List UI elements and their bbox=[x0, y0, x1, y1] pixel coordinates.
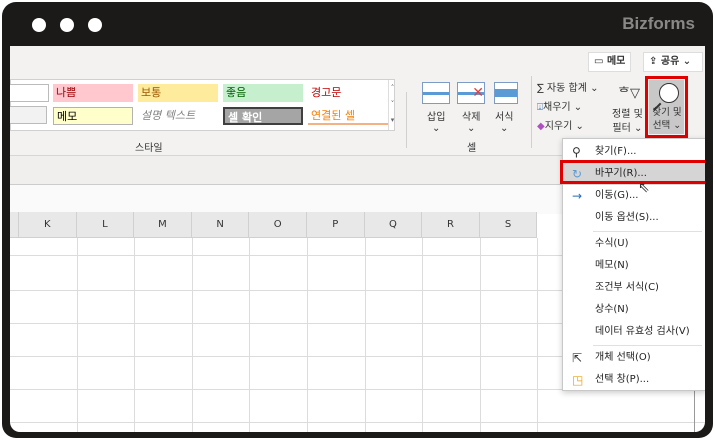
share-label: 공유 bbox=[660, 56, 680, 67]
column-header-S[interactable]: S bbox=[479, 212, 538, 238]
divider bbox=[406, 92, 407, 148]
menu-label: 조건부 서식(C) bbox=[595, 282, 659, 293]
sort-filter-label: 정렬 및 bbox=[612, 109, 643, 120]
column-header-L[interactable]: L bbox=[76, 212, 135, 238]
menu-label: 개체 선택(O) bbox=[595, 352, 651, 363]
selection-pane-icon: ◳ bbox=[572, 373, 584, 387]
grid-line bbox=[422, 238, 424, 432]
brand-logo: Bizforms bbox=[622, 14, 695, 33]
autosum-label: 자동 합계 bbox=[546, 83, 587, 94]
style-bad[interactable]: 나쁨 bbox=[53, 84, 133, 102]
style-explanatory[interactable]: 설명 텍스트 bbox=[138, 107, 218, 125]
memo-label: 메모 bbox=[606, 56, 626, 67]
window-dot-maximize[interactable] bbox=[88, 18, 102, 32]
clear-label: 지우기 bbox=[544, 121, 573, 132]
grid-line bbox=[249, 238, 251, 432]
insert-icon bbox=[422, 82, 450, 104]
gallery-scroll[interactable]: ˄ ˅ ▾ bbox=[388, 80, 396, 130]
insert-button[interactable]: 삽입 ⌄ bbox=[427, 108, 445, 134]
delete-label: 삭제 bbox=[462, 112, 481, 123]
menu-label: 선택 창(P)... bbox=[595, 374, 650, 385]
menu-item-constants[interactable]: 상수(N) bbox=[563, 299, 705, 321]
fill-label: 채우기 bbox=[543, 102, 571, 113]
style-good[interactable]: 좋음 bbox=[223, 84, 303, 102]
style-cell-partial[interactable] bbox=[10, 106, 47, 124]
menu-item-notes[interactable]: 메모(N) bbox=[563, 255, 705, 277]
grid-line bbox=[134, 238, 136, 432]
sort-filter-button[interactable]: 정렬 및 필터 ⌄ bbox=[612, 108, 643, 136]
style-check-cell[interactable]: 셀 확인 bbox=[223, 107, 303, 125]
window-dot-close[interactable] bbox=[32, 18, 46, 32]
grid-line bbox=[191, 238, 193, 432]
format-button[interactable]: 서식 ⌄ bbox=[495, 108, 513, 134]
menu-label: 메모(N) bbox=[595, 260, 629, 271]
menu-item-formulas[interactable]: 수식(U) bbox=[563, 233, 705, 255]
format-label: 서식 bbox=[495, 112, 514, 123]
menu-separator bbox=[593, 231, 702, 232]
fill-button[interactable]: ⍗채우기 ⌄ bbox=[537, 98, 582, 113]
menu-item-data-validation[interactable]: 데이터 유효성 검사(V) bbox=[563, 321, 705, 343]
column-header-N[interactable]: N bbox=[191, 212, 250, 238]
highlight-find-select bbox=[645, 76, 688, 138]
grid-line bbox=[10, 422, 705, 423]
clear-button[interactable]: ◆지우기 ⌄ bbox=[537, 117, 584, 132]
column-header-R[interactable]: R bbox=[422, 212, 480, 238]
styles-group-label: 스타일 bbox=[135, 143, 163, 154]
delete-icon: ✕ bbox=[457, 82, 485, 104]
menu-item-conditional-formatting[interactable]: 조건부 서식(C) bbox=[563, 277, 705, 299]
excel-window: ▭ 메모 ⇪ 공유 ⌄ 나쁨 보통 좋음 경고문 메모 설명 텍스트 셀 확인 … bbox=[10, 46, 705, 432]
style-cell-partial[interactable] bbox=[10, 84, 49, 102]
title-bar: Bizforms bbox=[2, 2, 713, 46]
highlight-replace bbox=[560, 160, 705, 184]
menu-item-goto-special[interactable]: 이동 옵션(S)... bbox=[563, 207, 705, 229]
delete-button[interactable]: 삭제 ⌄ bbox=[462, 108, 480, 134]
format-icon bbox=[494, 82, 518, 104]
menu-item-select-objects[interactable]: ⇱ 개체 선택(O) bbox=[563, 347, 705, 369]
share-icon: ⇪ bbox=[649, 56, 661, 67]
comment-icon: ▭ bbox=[594, 56, 607, 67]
menu-label: 이동(G)... bbox=[595, 190, 639, 201]
menu-label: 데이터 유효성 검사(V) bbox=[595, 326, 690, 337]
column-header-Q[interactable]: Q bbox=[364, 212, 423, 238]
window-dot-minimize[interactable] bbox=[60, 18, 74, 32]
pointer-icon: ⇱ bbox=[572, 351, 583, 365]
autosum-button[interactable]: ∑ 자동 합계 ⌄ bbox=[537, 79, 598, 94]
style-note[interactable]: 메모 bbox=[53, 107, 133, 125]
sigma-icon: ∑ bbox=[537, 83, 547, 94]
menu-label: 이동 옵션(S)... bbox=[595, 212, 659, 223]
column-header-M[interactable]: M bbox=[134, 212, 192, 238]
memo-button[interactable]: ▭ 메모 bbox=[588, 52, 632, 72]
style-neutral[interactable]: 보통 bbox=[138, 84, 218, 102]
menu-label: 수식(U) bbox=[595, 238, 629, 249]
sort-filter-label-2: 필터 bbox=[612, 123, 631, 134]
mouse-cursor-icon: ⇖ bbox=[638, 180, 650, 196]
grid-line bbox=[537, 238, 539, 432]
window-frame: Bizforms ▭ 메모 ⇪ 공유 ⌄ 나쁨 보통 좋음 경고문 메모 설명 … bbox=[2, 2, 713, 438]
column-header-K[interactable]: K bbox=[19, 212, 77, 238]
menu-label: 상수(N) bbox=[595, 304, 629, 315]
style-warning[interactable]: 경고문 bbox=[308, 84, 388, 102]
menu-item-selection-pane[interactable]: ◳ 선택 창(P)... bbox=[563, 369, 705, 391]
style-gallery: 나쁨 보통 좋음 경고문 메모 설명 텍스트 셀 확인 연결된 셀 ˄ ˅ ▾ bbox=[10, 79, 395, 131]
grid-line bbox=[364, 238, 366, 432]
menu-separator bbox=[593, 345, 702, 346]
style-linked-cell[interactable]: 연결된 셀 bbox=[308, 107, 388, 125]
column-header-partial[interactable] bbox=[10, 212, 19, 238]
sort-filter-icon: ᄒ▽ bbox=[618, 86, 640, 101]
menu-item-goto[interactable]: → 이동(G)... bbox=[563, 185, 705, 207]
grid-line bbox=[307, 238, 308, 432]
divider bbox=[531, 76, 532, 148]
arrow-right-icon: → bbox=[572, 189, 583, 203]
menu-label: 찾기(F)... bbox=[595, 146, 637, 157]
grid-line bbox=[76, 238, 78, 432]
share-button[interactable]: ⇪ 공유 ⌄ bbox=[643, 52, 703, 72]
insert-label: 삽입 bbox=[427, 112, 446, 123]
grid-line bbox=[479, 238, 481, 432]
column-header-P[interactable]: P bbox=[307, 212, 365, 238]
column-header-O[interactable]: O bbox=[249, 212, 307, 238]
cells-group-label: 셀 bbox=[467, 143, 477, 154]
eraser-icon: ◆ bbox=[537, 121, 545, 132]
